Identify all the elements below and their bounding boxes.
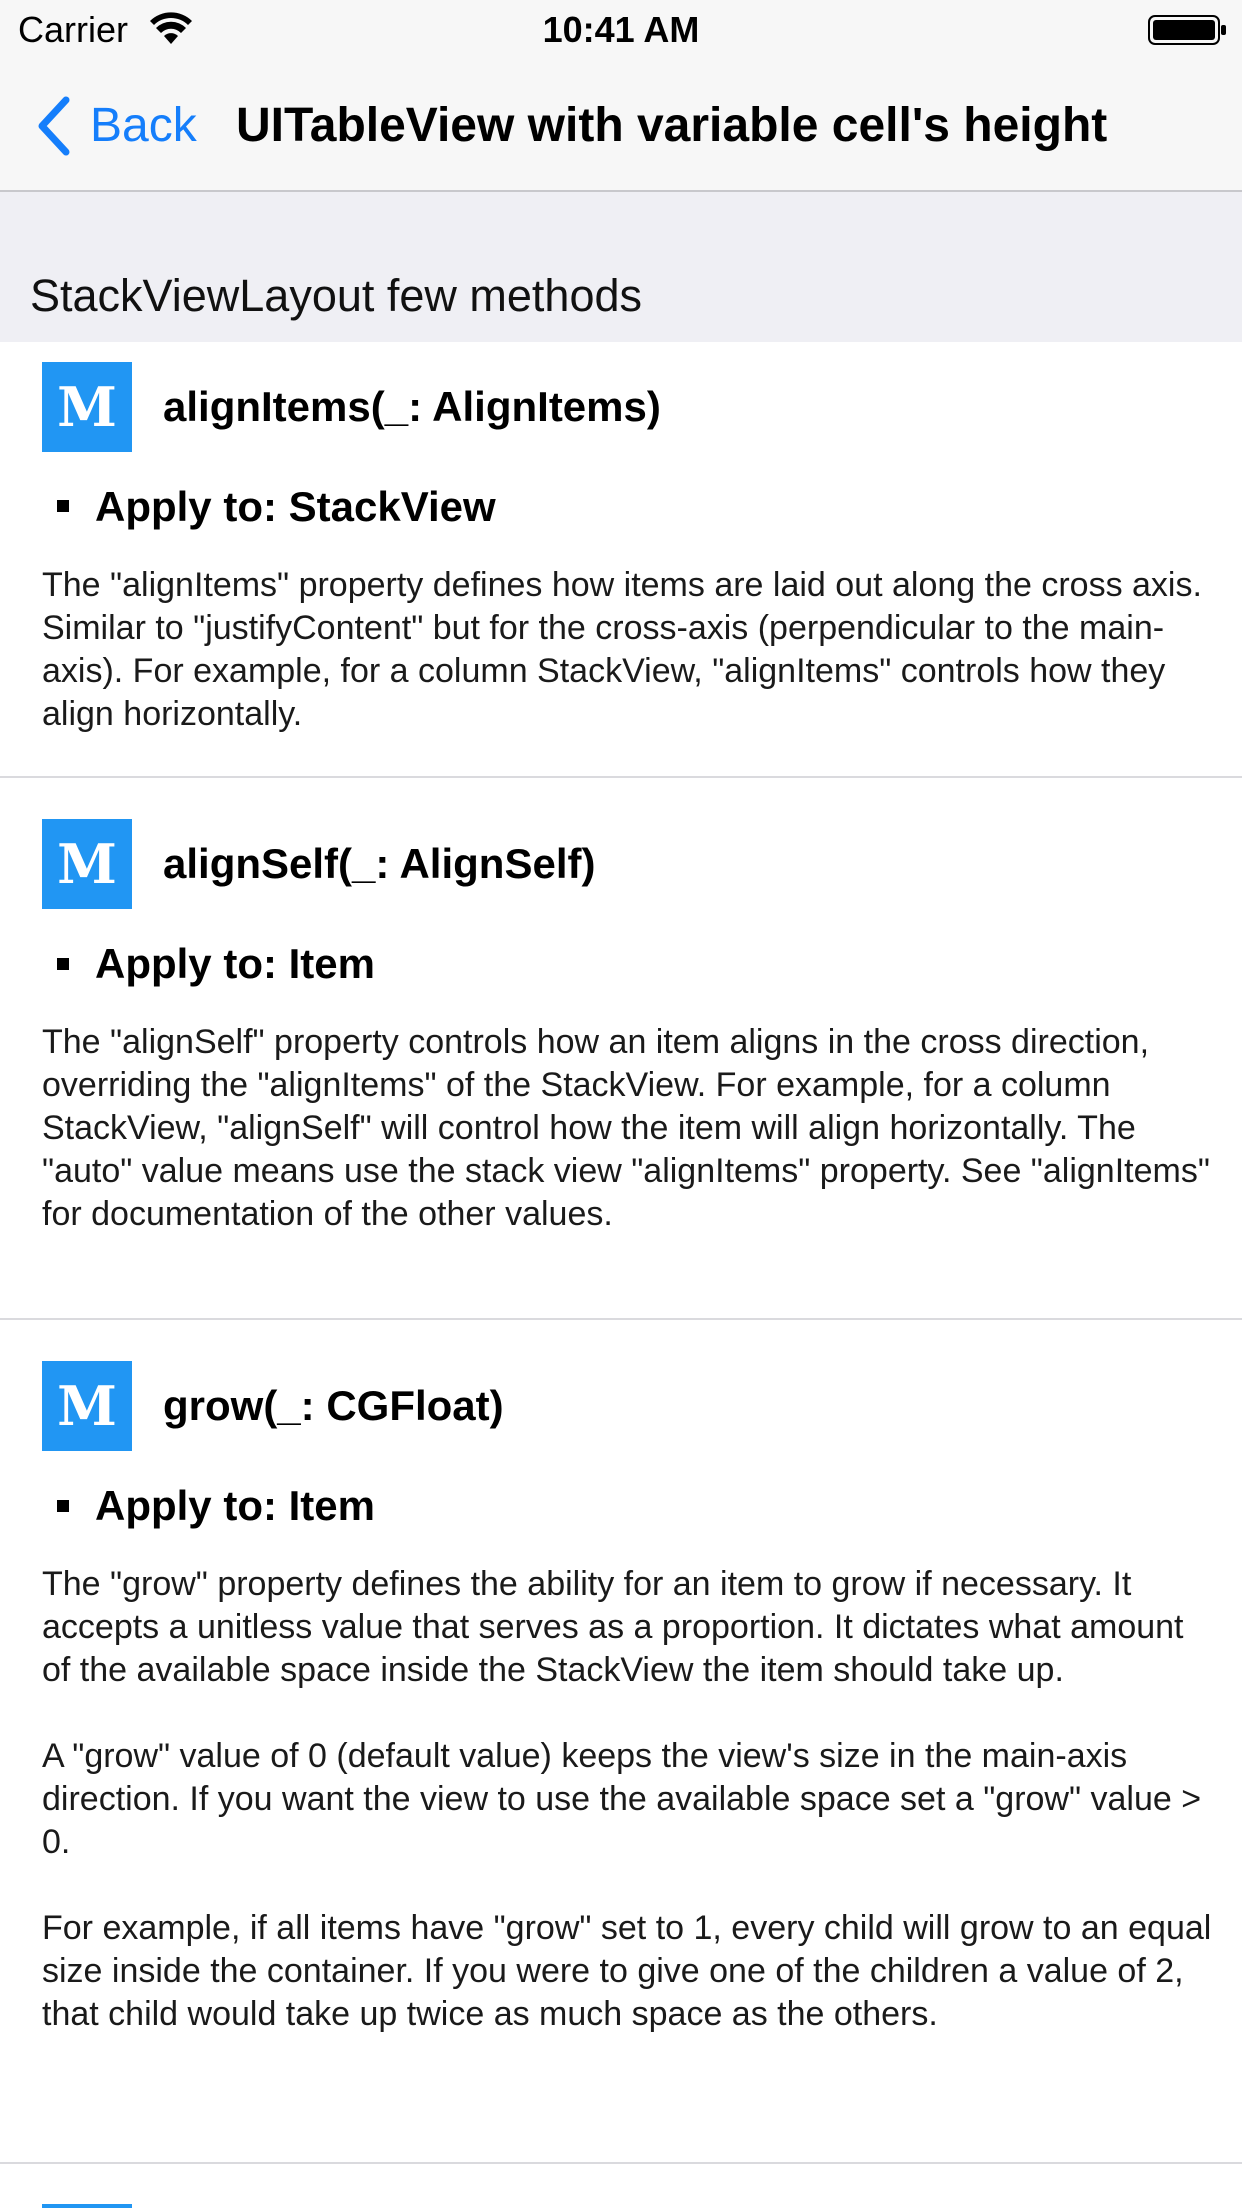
apply-to-label: Apply to: StackView — [95, 483, 496, 530]
method-description: The "grow" property defines the ability … — [42, 1563, 1212, 2036]
apply-to-label: Apply to: Item — [95, 1482, 375, 1529]
back-button[interactable]: Back — [34, 94, 197, 158]
bullet-icon — [57, 958, 69, 970]
method-name: grow(_: CGFloat) — [163, 1382, 504, 1429]
method-icon — [42, 2204, 132, 2208]
description-paragraph: A "grow" value of 0 (default value) keep… — [42, 1737, 1202, 1861]
table-row[interactable]: M alignItems(_: AlignItems) Apply to: St… — [0, 342, 1242, 776]
method-icon: M — [42, 819, 132, 909]
method-name: alignSelf(_: AlignSelf) — [163, 840, 596, 887]
status-time: 10:41 AM — [542, 9, 700, 50]
bullet-icon — [57, 1500, 69, 1512]
table-row[interactable]: M grow(_: CGFloat) Apply to: Item The "g… — [0, 1320, 1242, 2162]
screen: Carrier 10:41 AM Back UITableView with v… — [0, 0, 1242, 2208]
description-paragraph: The "alignItems" property defines how it… — [42, 566, 1202, 733]
chevron-left-icon — [38, 96, 70, 156]
table-row[interactable]: M alignSelf(_: AlignSelf) Apply to: Item… — [0, 778, 1242, 1318]
method-icon: M — [42, 362, 132, 452]
method-name: alignItems(_: AlignItems) — [163, 383, 661, 430]
section-header-label: StackViewLayout few methods — [30, 270, 643, 321]
description-paragraph: For example, if all items have "grow" se… — [42, 1909, 1212, 2033]
description-paragraph: The "grow" property defines the ability … — [42, 1565, 1184, 1689]
apply-to-label: Apply to: Item — [95, 940, 375, 987]
page-title: UITableView with variable cell's height — [236, 99, 1108, 152]
bullet-icon — [57, 500, 69, 512]
method-description: The "alignSelf" property controls how an… — [42, 1021, 1212, 1236]
navigation-bar: Carrier 10:41 AM Back UITableView with v… — [0, 0, 1242, 192]
description-paragraph: The "alignSelf" property controls how an… — [42, 1023, 1210, 1233]
table-row[interactable] — [0, 2164, 1242, 2208]
method-icon: M — [42, 1361, 132, 1451]
battery-icon — [1148, 15, 1226, 45]
method-description: The "alignItems" property defines how it… — [42, 564, 1212, 736]
back-label: Back — [90, 99, 197, 152]
